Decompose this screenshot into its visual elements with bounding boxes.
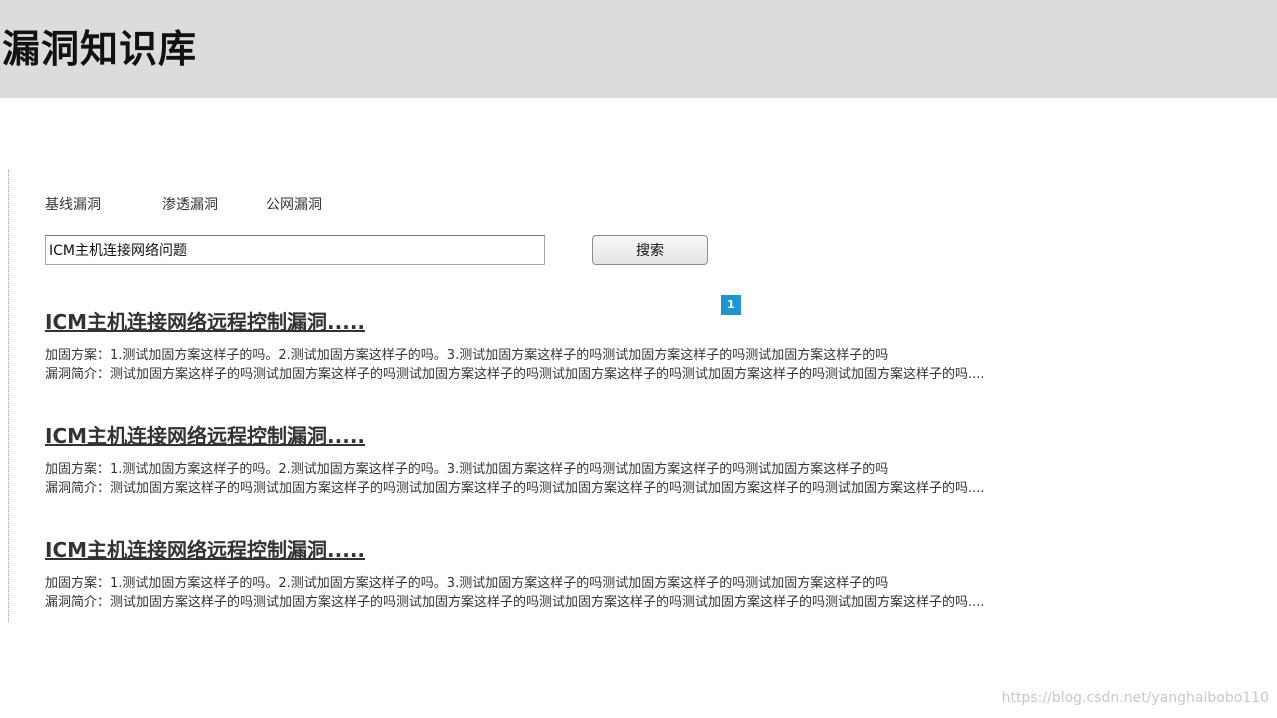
result-summary-text: 漏洞简介：测试加固方案这样子的吗测试加固方案这样子的吗测试加固方案这样子的吗测试… [45,595,985,610]
tab-public-network-vulnerabilities[interactable]: 公网漏洞 [266,194,322,214]
result-fix-text: 加固方案：1.测试加固方案这样子的吗。2.测试加固方案这样子的吗。3.测试加固方… [45,462,889,477]
result-title-link[interactable]: ICM主机连接网络远程控制漏洞..... [45,306,1225,334]
result-fix-text: 加固方案：1.测试加固方案这样子的吗。2.测试加固方案这样子的吗。3.测试加固方… [45,348,889,363]
left-dotted-divider [8,170,9,622]
result-fix-text: 加固方案：1.测试加固方案这样子的吗。2.测试加固方案这样子的吗。3.测试加固方… [45,576,889,591]
result-title-link[interactable]: ICM主机连接网络远程控制漏洞..... [45,420,1225,448]
search-button[interactable]: 搜索 [592,235,708,265]
page-title: 漏洞知识库 [2,27,198,71]
result-title-link[interactable]: ICM主机连接网络远程控制漏洞..... [45,534,1225,562]
watermark-text: https://blog.csdn.net/yanghaibobo110 [1001,690,1269,706]
tab-penetration-vulnerabilities[interactable]: 渗透漏洞 [162,194,218,214]
result-item: ICM主机连接网络远程控制漏洞..... 加固方案：1.测试加固方案这样子的吗。… [45,306,1225,384]
result-item: ICM主机连接网络远程控制漏洞..... 加固方案：1.测试加固方案这样子的吗。… [45,420,1225,498]
search-input[interactable] [45,235,545,265]
header-bar: 漏洞知识库 [0,0,1277,98]
result-summary-text: 漏洞简介：测试加固方案这样子的吗测试加固方案这样子的吗测试加固方案这样子的吗测试… [45,481,985,496]
result-summary-text: 漏洞简介：测试加固方案这样子的吗测试加固方案这样子的吗测试加固方案这样子的吗测试… [45,367,985,382]
tab-baseline-vulnerabilities[interactable]: 基线漏洞 [45,194,101,214]
result-item: ICM主机连接网络远程控制漏洞..... 加固方案：1.测试加固方案这样子的吗。… [45,534,1225,612]
